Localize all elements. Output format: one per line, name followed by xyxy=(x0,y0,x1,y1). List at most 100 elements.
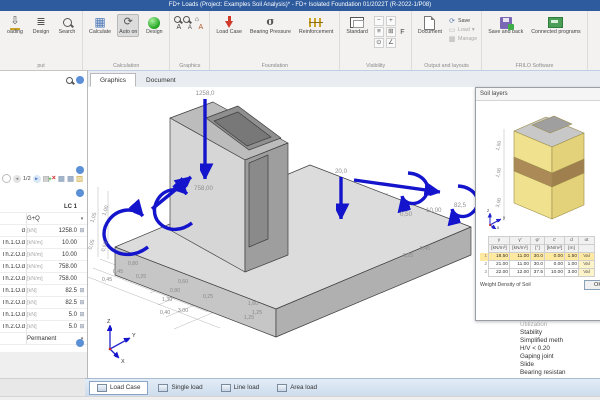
tab-graphics[interactable]: Graphics xyxy=(90,73,137,87)
calculate-icon: ▦ xyxy=(94,14,106,29)
clear-icon[interactable]: ▨ xyxy=(76,174,83,183)
svg-text:0,25: 0,25 xyxy=(136,274,146,280)
svg-text:0,80: 0,80 xyxy=(170,288,180,294)
labels-f-icon[interactable]: F xyxy=(398,29,407,36)
panel-void xyxy=(0,352,88,378)
load-type-tab-bar: Load Case Single load Line load Area loa… xyxy=(85,378,600,396)
detail-grid-icon[interactable]: ⊞ xyxy=(77,227,87,234)
result-line: Slide xyxy=(520,361,535,368)
table-row[interactable]: Th.2.O.d [kN/m] 758.00 xyxy=(0,273,87,285)
add-load-case-icon[interactable]: ▤ + xyxy=(43,174,52,183)
bearing-pressure-button[interactable]: σ Bearing Pressure xyxy=(248,14,293,37)
delete-load-case-icon[interactable]: × xyxy=(52,175,56,183)
svg-text:0,45: 0,45 xyxy=(113,269,123,275)
zoom-home-icon[interactable]: ⌂ xyxy=(192,16,201,23)
tab-load-case[interactable]: Load Case xyxy=(89,380,149,395)
table-row: LC 1 xyxy=(0,201,87,213)
calculate-button[interactable]: ▦ Calculate xyxy=(87,14,113,37)
auto-on-toggle[interactable]: ⟳ Auto on xyxy=(117,14,140,37)
zoom-out-icon[interactable] xyxy=(183,16,191,23)
search-button[interactable]: Search xyxy=(56,14,78,37)
section-collapse-icon-3[interactable]: ˆ xyxy=(76,339,84,347)
detail-grid-icon[interactable]: ⊞ xyxy=(77,287,87,294)
expand-icon[interactable]: + xyxy=(385,16,396,26)
action-select[interactable]: Permanent xyxy=(25,336,77,342)
combination-select[interactable]: G+Q xyxy=(25,216,77,222)
font-larger-icon[interactable]: A xyxy=(174,24,183,31)
settings-icon[interactable]: ⊙ xyxy=(373,38,384,48)
next-load-case-icon[interactable]: ► xyxy=(32,174,41,183)
line-load-tab-icon xyxy=(220,383,231,392)
group-label-foundation: Foundation xyxy=(261,63,289,69)
soil-dimension-labels: 1,50 1,00 3,00 xyxy=(495,140,503,208)
soil-row-1[interactable]: 1 18.50 11.00 30.0 0.00 1.50 Val xyxy=(480,252,595,261)
design-calc-button[interactable]: Design xyxy=(143,14,165,37)
table-row[interactable]: Th.2.O.d [kN] 5.0 ⊞ xyxy=(0,321,87,333)
load-case-button[interactable]: Load Case xyxy=(214,14,244,37)
font-smaller-icon[interactable]: A xyxy=(185,25,194,31)
panel-collapse-icon[interactable]: ˆ xyxy=(76,76,84,84)
section-collapse-icon-1[interactable]: ˆ xyxy=(76,166,84,174)
section-collapse-icon-2[interactable]: ˆ xyxy=(76,189,84,197)
design-input-button[interactable]: ≣ Design xyxy=(30,14,52,37)
record-icon[interactable] xyxy=(2,174,11,183)
soil-panel-titlebar[interactable]: Soil layers — xyxy=(476,88,600,101)
table-row[interactable]: Th.1.O.d [kN] 82.5 ⊞ xyxy=(0,285,87,297)
detail-grid-icon[interactable]: ⊞ xyxy=(77,323,87,330)
layers-icon[interactable]: ≡ xyxy=(373,27,384,37)
box-view-icon[interactable]: ⊞ xyxy=(385,27,396,37)
results-summary: Utilization Stability Simplified meth H/… xyxy=(520,321,600,377)
table-row[interactable]: Th.1.O.d [kN/m] 758.00 xyxy=(0,261,87,273)
table-row[interactable]: Th.1.O.d [kN/m] 10.00 xyxy=(0,237,87,249)
svg-text:1,05: 1,05 xyxy=(90,212,99,224)
tab-area-load[interactable]: Area load xyxy=(269,381,325,395)
svg-text:z: z xyxy=(487,208,490,213)
save-layout-button[interactable]: ⟳ Save xyxy=(448,17,477,25)
loading-button[interactable]: ⇩ oading xyxy=(4,14,26,37)
action-row[interactable]: Permanent ▾ xyxy=(0,333,87,345)
load-caret-icon: ▾ xyxy=(471,27,475,33)
detail-grid-icon[interactable]: ⊞ xyxy=(77,311,87,318)
detail-grid-icon[interactable]: ⊞ xyxy=(77,299,87,306)
collapse-icon[interactable]: − xyxy=(373,16,384,26)
values-button[interactable]: Val xyxy=(578,268,595,277)
result-line: Bearing resistan xyxy=(520,369,566,376)
sigma-icon: σ xyxy=(266,15,275,29)
panel-search-icon[interactable] xyxy=(66,76,73,84)
combination-row[interactable]: G+Q ▾ xyxy=(0,213,87,225)
table-row[interactable]: Th.2.O.d [kN/m] 10.00 xyxy=(0,249,87,261)
tab-single-load[interactable]: Single load xyxy=(150,381,210,395)
manage-layout-button[interactable]: ▩ Manage xyxy=(448,35,477,43)
ok-button[interactable]: OK xyxy=(584,280,600,290)
soil-row-2[interactable]: 2 21.00 11.00 30.0 0.00 1.00 Val xyxy=(480,260,595,269)
tab-line-load[interactable]: Line load xyxy=(213,381,268,395)
font-color-icon[interactable]: A xyxy=(196,24,205,31)
reinforcement-button[interactable]: Reinforcement xyxy=(297,14,335,37)
axis-z-label: Z xyxy=(107,319,111,325)
title-bar[interactable]: FD+ Loads (Project: Examples Soil Analys… xyxy=(0,0,600,11)
soil-row-3[interactable]: 3 22.00 12.00 37.5 10.00 3.00 Val xyxy=(480,268,595,277)
zoom-in-icon[interactable] xyxy=(174,16,182,23)
tab-document[interactable]: Document xyxy=(136,73,186,87)
load-layout-button[interactable]: ▭ Load ▾ xyxy=(448,26,477,34)
values-button[interactable]: Val xyxy=(578,252,595,261)
load-input-panel: ˆ ˆ ◄ 1/2 ► ▤ + × ▦ ▦ ▨ ˆ LC 1 G+Q ▾ d [… xyxy=(0,70,88,353)
table-row[interactable]: Th.1.O.d [kN] 5.0 ⊞ xyxy=(0,309,87,321)
connected-programs-button[interactable]: Connected programs xyxy=(529,14,582,37)
group-label-frilo: FRILO Software xyxy=(515,63,554,69)
ribbon-group-visibility: Standard − + ≡ ⊞ F ⊙ ∠ Visibility xyxy=(340,11,412,70)
table-add-icon[interactable]: ▦ xyxy=(67,174,74,183)
group-label-calculation: Calculation xyxy=(113,63,140,69)
table-row[interactable]: d [kN] 1258.0 ⊞ xyxy=(0,225,87,237)
prev-load-case-icon[interactable]: ◄ xyxy=(13,174,21,183)
save-and-back-button[interactable]: Save and back xyxy=(486,14,525,37)
standard-view-button[interactable]: Standard xyxy=(344,14,370,48)
load-case-toolbar: ◄ 1/2 ► ▤ + × ▦ ▦ ▨ xyxy=(2,174,85,183)
table-row[interactable]: Th.2.O.d [kN] 82.5 ⊞ xyxy=(0,297,87,309)
document-button[interactable]: Document xyxy=(416,14,444,43)
table-view-icon[interactable]: ▦ xyxy=(58,174,65,183)
load-case-tab-icon xyxy=(97,383,107,392)
dimension-toggle-icon[interactable]: ∠ xyxy=(385,38,396,48)
soil-column-view: 1,50 1,00 3,00 z y x xyxy=(487,115,585,230)
values-button[interactable]: Val xyxy=(578,260,595,269)
